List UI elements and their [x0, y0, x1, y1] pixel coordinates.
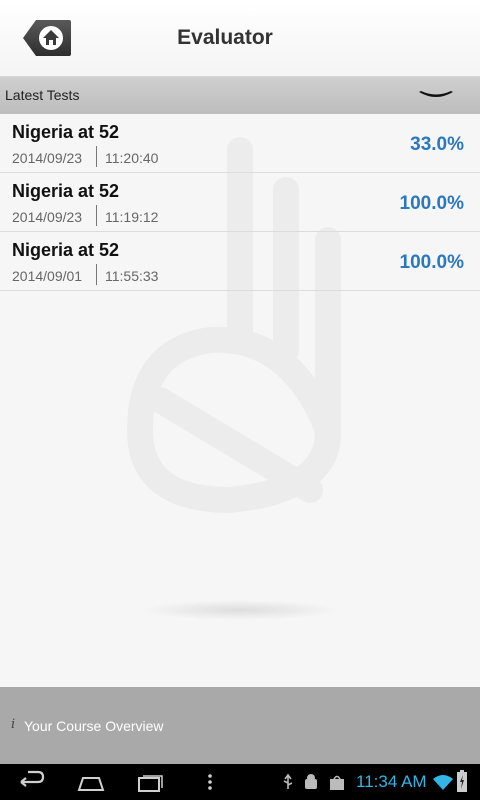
battery-icon [457, 770, 467, 792]
app-header: Evaluator [0, 0, 480, 77]
chevron-down-icon[interactable] [418, 89, 454, 101]
menu-button[interactable] [204, 770, 216, 794]
wifi-icon [433, 775, 453, 790]
test-title: Nigeria at 52 [12, 122, 120, 142]
home-nav-button[interactable] [76, 770, 106, 794]
section-header: Latest Tests [0, 77, 480, 114]
back-icon [20, 770, 45, 787]
status-icons [280, 773, 350, 798]
section-title: Latest Tests [5, 87, 80, 103]
recent-apps-icon [138, 775, 163, 792]
test-date: 2014/09/23 [12, 209, 83, 225]
system-bar: 11:34 AM [0, 764, 480, 800]
test-score: 100.0% [399, 193, 464, 214]
tests-list: Nigeria at 52 2014/09/23 11:20:40 33.0% … [0, 114, 480, 291]
test-score: 33.0% [410, 134, 464, 155]
info-icon: i [11, 717, 16, 732]
list-item[interactable]: Nigeria at 52 2014/09/01 11:55:33 100.0% [0, 232, 480, 291]
list-item[interactable]: Nigeria at 52 2014/09/23 11:19:12 100.0% [0, 173, 480, 232]
test-score: 100.0% [399, 252, 464, 273]
decorative-shadow [140, 600, 340, 620]
recent-apps-button[interactable] [136, 770, 166, 794]
test-time: 11:19:12 [105, 209, 159, 225]
back-button[interactable] [16, 770, 46, 794]
course-overview-label: Your Course Overview [24, 718, 164, 734]
divider [96, 264, 97, 285]
home-nav-icon [77, 777, 105, 791]
test-date: 2014/09/01 [12, 268, 83, 284]
test-title: Nigeria at 52 [12, 181, 120, 201]
overflow-menu-icon [208, 774, 212, 790]
list-item[interactable]: Nigeria at 52 2014/09/23 11:20:40 33.0% [0, 114, 480, 173]
divider [96, 205, 97, 226]
page-title: Evaluator [177, 26, 273, 49]
test-date: 2014/09/23 [12, 150, 83, 166]
divider [96, 146, 97, 167]
test-time: 11:55:33 [105, 268, 159, 284]
course-overview-button[interactable]: i Your Course Overview [0, 687, 480, 764]
status-clock: 11:34 AM [356, 772, 427, 791]
test-time: 11:20:40 [105, 150, 159, 166]
notification-icons [283, 773, 344, 790]
test-title: Nigeria at 52 [12, 240, 120, 260]
